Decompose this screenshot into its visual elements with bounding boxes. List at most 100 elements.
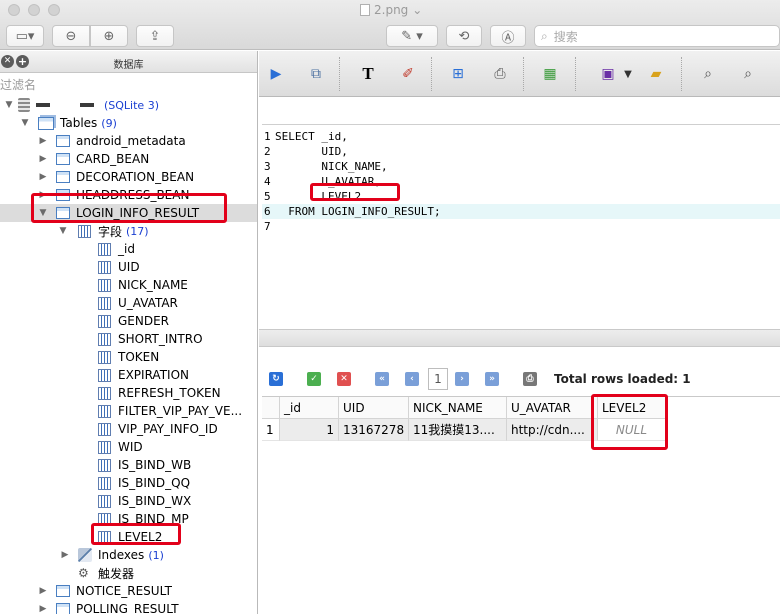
- refresh-button[interactable]: ↻: [269, 372, 283, 386]
- field-node[interactable]: IS_BIND_MP: [0, 510, 257, 528]
- disclosure-closed-icon[interactable]: ▶: [38, 604, 48, 614]
- share-button[interactable]: ⇪: [136, 25, 174, 47]
- markup-button[interactable]: ✎ ▾: [386, 25, 438, 47]
- chevron-down-icon[interactable]: ⌄: [412, 3, 422, 17]
- disclosure-open-icon[interactable]: ▼: [4, 100, 14, 110]
- zoom-window-button[interactable]: [48, 4, 60, 16]
- field-node[interactable]: GENDER: [0, 312, 257, 330]
- print-results-button[interactable]: ⎙: [523, 372, 537, 386]
- next-page-icon: ›: [460, 374, 464, 384]
- toolbar-separator: [681, 57, 682, 91]
- text-format-icon: T: [362, 64, 374, 83]
- field-node[interactable]: TOKEN: [0, 348, 257, 366]
- zoom-out-icon: ⊖: [65, 28, 77, 44]
- explain-button[interactable]: ⧉: [307, 65, 325, 83]
- disclosure-closed-icon[interactable]: ▶: [38, 172, 48, 182]
- disclosure-closed-icon[interactable]: ▶: [38, 136, 48, 146]
- sql-editor[interactable]: 1 SELECT _id, 2 UID, 3 NICK_NAME, 4 U_AVATAR…: [262, 124, 780, 329]
- code-line[interactable]: 5 LEVEL2: [262, 189, 780, 204]
- table-cell[interactable]: NULL: [598, 419, 666, 441]
- table-cell[interactable]: 1: [280, 419, 339, 441]
- table-node[interactable]: ▶ android_metadata: [0, 132, 257, 150]
- first-page-button[interactable]: «: [375, 372, 389, 386]
- code-line[interactable]: 4 U_AVATAR,: [262, 174, 780, 189]
- results-grid[interactable]: _id UID NICK_NAME U_AVATAR LEVEL2 1 1 13167278 1…: [262, 396, 780, 614]
- disclosure-open-icon[interactable]: ▼: [38, 208, 48, 218]
- field-node[interactable]: IS_BIND_WX: [0, 492, 257, 510]
- table-node[interactable]: ▶ NOTICE_RESULT: [0, 582, 257, 600]
- disclosure-closed-icon[interactable]: ▶: [38, 586, 48, 596]
- table-cell[interactable]: http://cdn....: [507, 419, 598, 441]
- column-header[interactable]: LEVEL2: [598, 397, 666, 419]
- field-node[interactable]: IS_BIND_QQ: [0, 474, 257, 492]
- table-cell[interactable]: 13167278: [339, 419, 409, 441]
- minimize-window-button[interactable]: [28, 4, 40, 16]
- column-header[interactable]: _id: [280, 397, 339, 419]
- disclosure-open-icon[interactable]: ▼: [58, 226, 68, 236]
- table-node[interactable]: ▶ POLLING_RESULT: [0, 600, 257, 614]
- select-all-button[interactable]: ⊞: [449, 65, 467, 83]
- table-node[interactable]: ▶ CARD_BEAN: [0, 150, 257, 168]
- print-button[interactable]: ⎙: [491, 65, 509, 83]
- sidebar-toggle-button[interactable]: ▭▾: [6, 25, 44, 47]
- page-number-field[interactable]: 1: [428, 368, 448, 390]
- database-node[interactable]: ▼ (SQLite 3): [0, 96, 257, 114]
- find-button[interactable]: ⌕: [699, 65, 717, 83]
- tables-node[interactable]: ▼ Tables (9): [0, 114, 257, 132]
- fields-node[interactable]: ▼ 字段 (17): [0, 222, 257, 240]
- prev-page-button[interactable]: ‹: [405, 372, 419, 386]
- table-cell[interactable]: 11我摸摸13....: [409, 419, 507, 441]
- field-node[interactable]: WID: [0, 438, 257, 456]
- zoom-in-button[interactable]: ⊕: [90, 25, 128, 47]
- field-node[interactable]: VIP_PAY_INFO_ID: [0, 420, 257, 438]
- column-header[interactable]: U_AVATAR: [507, 397, 598, 419]
- next-page-button[interactable]: ›: [455, 372, 469, 386]
- format-button[interactable]: T: [359, 64, 377, 83]
- code-line[interactable]: 3 NICK_NAME,: [262, 159, 780, 174]
- commit-button[interactable]: ✓: [307, 372, 321, 386]
- table-node[interactable]: ▶ DECORATION_BEAN: [0, 168, 257, 186]
- save-menu-button[interactable]: ▼: [619, 65, 637, 83]
- code-line[interactable]: 1 SELECT _id,: [262, 129, 780, 144]
- disclosure-closed-icon[interactable]: ▶: [60, 550, 70, 560]
- field-node[interactable]: EXPIRATION: [0, 366, 257, 384]
- search-field[interactable]: ⌕ 搜索: [534, 25, 780, 47]
- close-window-button[interactable]: [8, 4, 20, 16]
- field-node[interactable]: UID: [0, 258, 257, 276]
- run-button[interactable]: ▶: [267, 65, 285, 83]
- column-header[interactable]: NICK_NAME: [409, 397, 507, 419]
- last-page-button[interactable]: »: [485, 372, 499, 386]
- disclosure-closed-icon[interactable]: ▶: [38, 154, 48, 164]
- code-line[interactable]: 2 UID,: [262, 144, 780, 159]
- rollback-button[interactable]: ✕: [337, 372, 351, 386]
- export-button[interactable]: ▦: [541, 65, 559, 83]
- column-header[interactable]: UID: [339, 397, 409, 419]
- code-line[interactable]: 7: [262, 219, 780, 234]
- field-node[interactable]: REFRESH_TOKEN: [0, 384, 257, 402]
- disclosure-closed-icon[interactable]: ▶: [38, 190, 48, 200]
- field-node[interactable]: LEVEL2: [0, 528, 257, 546]
- field-node[interactable]: IS_BIND_WB: [0, 456, 257, 474]
- disclosure-open-icon[interactable]: ▼: [20, 118, 30, 128]
- zoom-out-button[interactable]: ⊖: [52, 25, 90, 47]
- floppy-icon: ▣: [601, 66, 615, 82]
- triggers-node[interactable]: ⚙ 触发器: [0, 564, 257, 582]
- rotate-button[interactable]: ⟲: [446, 25, 482, 47]
- open-button[interactable]: ▰: [647, 65, 665, 83]
- annotate-button[interactable]: Ⓐ: [490, 25, 526, 47]
- field-node[interactable]: SHORT_INTRO: [0, 330, 257, 348]
- indexes-node[interactable]: ▶ Indexes (1): [0, 546, 257, 564]
- code-text: LEVEL2: [275, 190, 362, 203]
- filter-field[interactable]: 过滤名: [0, 73, 257, 93]
- code-line[interactable]: 6 FROM LOGIN_INFO_RESULT;: [262, 204, 780, 219]
- clear-button[interactable]: ✐: [399, 65, 417, 83]
- field-node[interactable]: FILTER_VIP_PAY_VE...: [0, 402, 257, 420]
- pane-splitter[interactable]: [259, 329, 780, 347]
- table-node[interactable]: ▼ LOGIN_INFO_RESULT: [0, 204, 257, 222]
- replace-button[interactable]: ⌕: [739, 65, 757, 83]
- table-node[interactable]: ▶ HEADDRESS_BEAN: [0, 186, 257, 204]
- field-node[interactable]: U_AVATAR: [0, 294, 257, 312]
- field-node[interactable]: NICK_NAME: [0, 276, 257, 294]
- save-button[interactable]: ▣: [599, 65, 617, 83]
- field-node[interactable]: _id: [0, 240, 257, 258]
